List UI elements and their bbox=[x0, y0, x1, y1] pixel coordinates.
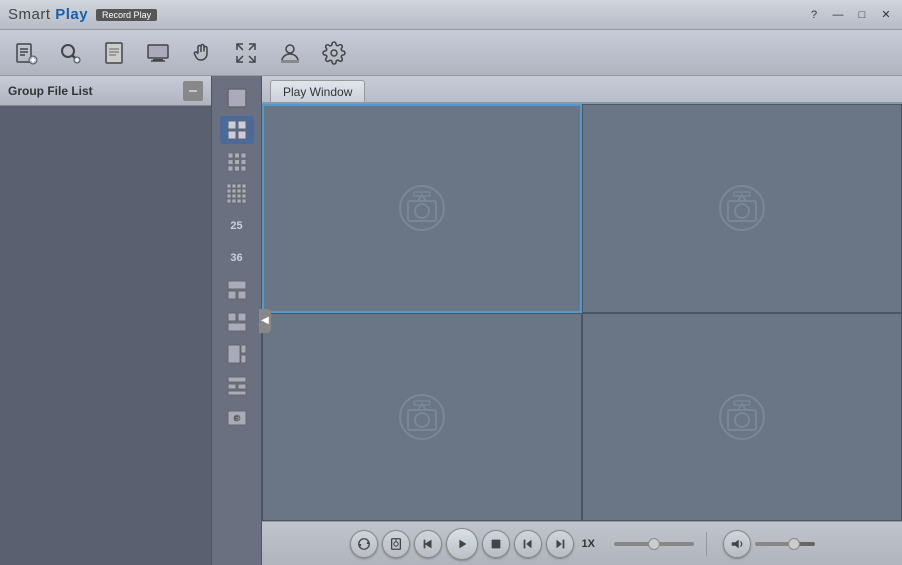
layout-map-button[interactable]: E bbox=[220, 404, 254, 432]
camera-cell-4[interactable] bbox=[582, 313, 902, 522]
camera-icon-4 bbox=[712, 392, 772, 442]
layout-custom1-button[interactable] bbox=[220, 276, 254, 304]
add-file-icon[interactable] bbox=[10, 37, 42, 69]
camera-icon-1 bbox=[392, 183, 452, 233]
minimize-button[interactable]: — bbox=[830, 9, 846, 21]
layout-panel: ◀ bbox=[212, 76, 262, 565]
controls-bar: 1X bbox=[262, 521, 902, 565]
sidebar-content bbox=[0, 106, 211, 565]
layout-1x1-button[interactable] bbox=[220, 84, 254, 112]
camera-cell-2[interactable] bbox=[582, 104, 902, 313]
play-tab: Play Window bbox=[262, 76, 902, 104]
play-window-tab[interactable]: Play Window bbox=[270, 80, 365, 102]
collapse-arrow[interactable]: ◀ bbox=[259, 309, 271, 333]
titlebar-controls: ? — □ ✕ bbox=[806, 8, 894, 21]
volume-thumb[interactable] bbox=[788, 538, 800, 550]
sync-button[interactable] bbox=[350, 530, 378, 558]
progress-slider[interactable] bbox=[614, 542, 694, 546]
next-frame-button[interactable] bbox=[546, 530, 574, 558]
title-bar: Smart Play Record Play ? — □ ✕ bbox=[0, 0, 902, 30]
user-icon[interactable] bbox=[274, 37, 306, 69]
delete-icon-button[interactable] bbox=[183, 81, 203, 101]
camera-icon-3 bbox=[392, 392, 452, 442]
group-file-title: Group File List bbox=[8, 84, 93, 98]
group-file-header: Group File List bbox=[0, 76, 211, 106]
app-title: Smart Play bbox=[8, 6, 88, 23]
document-icon[interactable] bbox=[98, 37, 130, 69]
speed-label: 1X bbox=[582, 538, 602, 550]
layout-36-button[interactable]: 36 bbox=[220, 244, 254, 272]
expand-icon[interactable] bbox=[230, 37, 262, 69]
progress-thumb[interactable] bbox=[648, 538, 660, 550]
titlebar-left: Smart Play Record Play bbox=[8, 6, 157, 23]
layout-4x4-button[interactable] bbox=[220, 180, 254, 208]
camera-grid bbox=[262, 104, 902, 521]
stop-button[interactable] bbox=[482, 530, 510, 558]
close-button[interactable]: ✕ bbox=[878, 8, 894, 21]
help-button[interactable]: ? bbox=[806, 9, 822, 21]
record-play-badge: Record Play bbox=[96, 9, 157, 21]
volume-section bbox=[723, 530, 815, 558]
layout-custom4-button[interactable] bbox=[220, 372, 254, 400]
layout-2x2-button[interactable] bbox=[220, 116, 254, 144]
play-button[interactable] bbox=[446, 528, 478, 560]
play-area: Play Window bbox=[262, 76, 902, 565]
main-content: Group File List ◀ bbox=[0, 76, 902, 565]
layout-custom3-button[interactable] bbox=[220, 340, 254, 368]
layout-custom2-button[interactable] bbox=[220, 308, 254, 336]
screen-icon[interactable] bbox=[142, 37, 174, 69]
restore-button[interactable]: □ bbox=[854, 9, 870, 21]
rewind-button[interactable] bbox=[414, 530, 442, 558]
layout-25-button[interactable]: 25 bbox=[220, 212, 254, 240]
toolbar bbox=[0, 30, 902, 76]
hand-icon[interactable] bbox=[186, 37, 218, 69]
camera-cell-3[interactable] bbox=[262, 313, 582, 522]
clip-button[interactable] bbox=[382, 530, 410, 558]
camera-cell-1[interactable] bbox=[262, 104, 582, 313]
svg-text:E: E bbox=[234, 416, 239, 423]
volume-button[interactable] bbox=[723, 530, 751, 558]
sidebar: Group File List bbox=[0, 76, 212, 565]
divider bbox=[706, 532, 707, 556]
volume-slider[interactable] bbox=[755, 542, 815, 546]
settings-icon[interactable] bbox=[318, 37, 350, 69]
layout-3x3-button[interactable] bbox=[220, 148, 254, 176]
camera-icon-2 bbox=[712, 183, 772, 233]
search-icon[interactable] bbox=[54, 37, 86, 69]
prev-frame-button[interactable] bbox=[514, 530, 542, 558]
